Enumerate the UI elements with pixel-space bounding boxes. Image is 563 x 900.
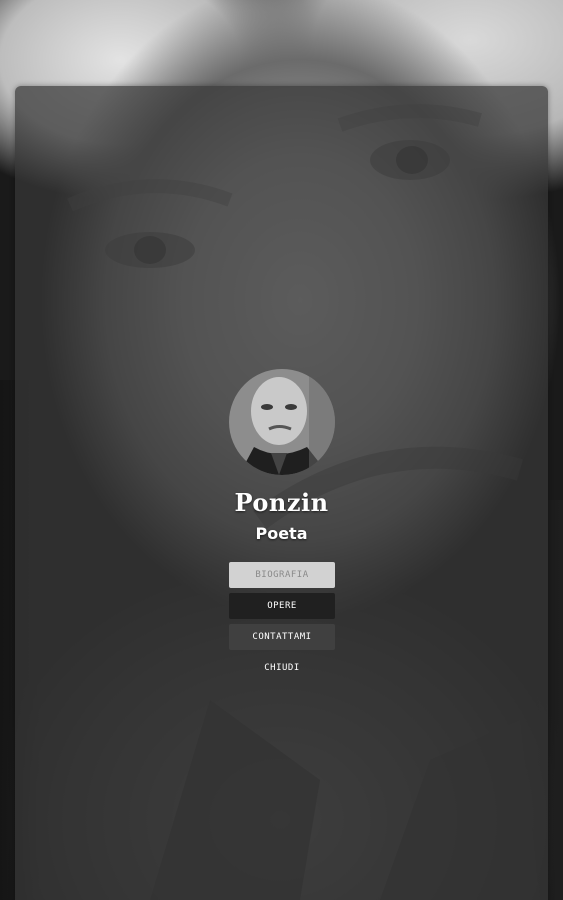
opere-button[interactable]: OPERE [229,593,335,619]
portrait-photo-icon [229,369,335,475]
profile-name: Ponzin [234,488,329,517]
profile-role: Poeta [255,524,308,543]
contattami-button[interactable]: CONTATTAMI [229,624,335,650]
avatar [229,369,335,475]
biografia-button[interactable]: BIOGRAFIA [229,562,335,588]
app-screen: Ponzin Poeta BIOGRAFIA OPERE CONTATTAMI … [0,0,563,900]
chiudi-button[interactable]: CHIUDI [229,655,335,681]
